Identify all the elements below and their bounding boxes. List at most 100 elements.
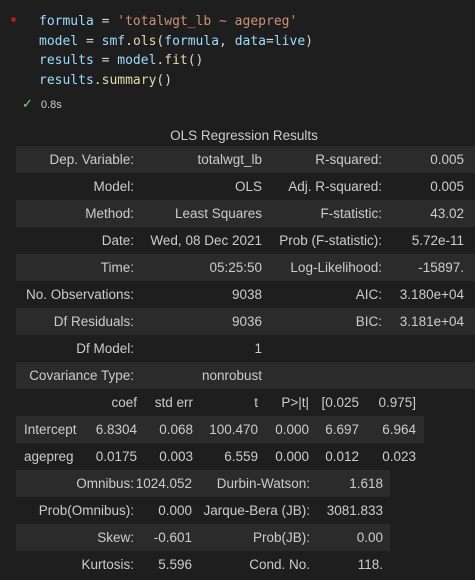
stat-value: 0.005 bbox=[430, 152, 464, 167]
stat-value: 9036 bbox=[231, 314, 262, 329]
stat-value: 1.618 bbox=[349, 476, 383, 491]
code-line: results.summary() bbox=[39, 71, 313, 91]
code-token: live bbox=[273, 33, 306, 49]
stat-label: R-squared: bbox=[315, 152, 382, 167]
stat-value: Least Squares bbox=[174, 206, 262, 221]
table-row: agepreg 0.0175 0.003 6.559 0.000 0.012 0.023 bbox=[16, 443, 424, 470]
stat-value: OLS bbox=[234, 179, 262, 194]
code-token: 'totalwgt_lb ~ agepreg' bbox=[117, 14, 298, 29]
stat-value: 1024.052 bbox=[135, 476, 192, 491]
stat-label: No. Observations: bbox=[25, 287, 134, 302]
stat-value: 5.596 bbox=[158, 557, 192, 572]
stat-value: totalwgt_lb bbox=[197, 152, 262, 167]
stat-value: 9038 bbox=[231, 287, 262, 302]
code-token: smf bbox=[101, 33, 126, 49]
stat-label: Prob(Omnibus): bbox=[38, 503, 134, 518]
code-token: summary bbox=[101, 72, 157, 88]
code-token: = bbox=[266, 33, 274, 49]
execution-time: 0.8s bbox=[40, 99, 62, 111]
table-row: Date: Wed, 08 Dec 2021 Prob (F-statistic):… bbox=[16, 227, 475, 254]
stat-value: 0.00 bbox=[356, 530, 383, 545]
coef-cell: 0.023 bbox=[382, 449, 416, 464]
stat-value: -0.601 bbox=[153, 530, 192, 545]
table-row: coef std err t P>|t| [0.025 0.975] bbox=[16, 389, 424, 416]
code-token: data bbox=[234, 33, 267, 49]
code-token: fit bbox=[164, 53, 188, 68]
stat-label: Prob(JB): bbox=[252, 530, 310, 545]
cell-execution-status: ✓ 0.8s bbox=[22, 96, 62, 112]
stat-value: 05:25:50 bbox=[209, 260, 262, 275]
notebook-code-cell[interactable]: formula = 'totalwgt_lb ~ agepreg' model =… bbox=[0, 0, 475, 118]
stat-value: 43.02 bbox=[430, 206, 464, 221]
stat-label: AIC: bbox=[355, 287, 382, 302]
stat-label: Durbin-Watson: bbox=[216, 476, 310, 491]
table-row: Kurtosis: 5.596 Cond. No. 118. bbox=[16, 551, 390, 578]
stat-label: Jarque-Bera (JB): bbox=[203, 503, 310, 518]
table-row: Intercept 6.8304 0.068 100.470 0.000 6.697 6.9… bbox=[16, 416, 424, 443]
code-token: model bbox=[117, 53, 157, 68]
table-row: Omnibus: 1024.052 Durbin-Watson: 1.618 bbox=[16, 470, 390, 497]
stat-label: BIC: bbox=[355, 314, 382, 329]
coef-header-cell: std err bbox=[154, 395, 193, 410]
stat-label: Prob (F-statistic): bbox=[279, 233, 382, 248]
table-row: Df Model: 1 bbox=[16, 335, 475, 362]
code-token: . bbox=[93, 72, 102, 88]
code-token: = bbox=[78, 33, 102, 49]
code-token: formula bbox=[39, 14, 94, 29]
check-icon: ✓ bbox=[22, 96, 33, 111]
stat-label: Model: bbox=[93, 179, 134, 194]
stat-value: 1 bbox=[254, 341, 262, 356]
table-row: No. Observations: 9038 AIC: 3.180e+04 bbox=[16, 281, 475, 308]
code-token: () bbox=[156, 72, 173, 88]
stat-label: Time: bbox=[100, 260, 134, 275]
stat-label: Omnibus: bbox=[76, 476, 134, 491]
cell-output: OLS Regression Results Dep. Variable: tot… bbox=[0, 118, 475, 580]
stat-value: 3.180e+04 bbox=[399, 287, 464, 302]
stat-label: Dep. Variable: bbox=[49, 152, 134, 167]
code-token: = bbox=[93, 14, 118, 29]
code-token: results bbox=[39, 53, 94, 68]
code-token: . bbox=[125, 33, 133, 49]
coef-cell: 0.068 bbox=[159, 422, 193, 437]
stat-value: Wed, 08 Dec 2021 bbox=[150, 233, 262, 248]
stat-label: Skew: bbox=[97, 530, 134, 545]
table-row: Covariance Type: nonrobust bbox=[16, 362, 475, 389]
stat-label: F-statistic: bbox=[320, 206, 382, 221]
code-token: ols bbox=[132, 33, 157, 49]
table-row: Dep. Variable: totalwgt_lb R-squared: 0.005 bbox=[16, 146, 475, 173]
code-token: formula bbox=[164, 33, 220, 49]
stat-label: Method: bbox=[85, 206, 134, 221]
cell-indicator-dot-icon bbox=[11, 17, 16, 22]
stat-value: -15897. bbox=[418, 260, 464, 275]
stat-label: Date: bbox=[101, 233, 134, 248]
stat-value: 0.005 bbox=[430, 179, 464, 194]
code-token: ) bbox=[305, 33, 313, 49]
stat-value: 3081.833 bbox=[326, 503, 383, 518]
stat-label: Log-Likelihood: bbox=[290, 260, 382, 275]
stat-label: Df Model: bbox=[76, 341, 134, 356]
stat-label: Df Residuals: bbox=[53, 314, 134, 329]
stat-value: 3.181e+04 bbox=[399, 314, 464, 329]
stat-label: Covariance Type: bbox=[29, 368, 134, 383]
coef-cell: 0.003 bbox=[159, 449, 193, 464]
table-row: Model: OLS Adj. R-squared: 0.005 bbox=[16, 173, 475, 200]
stat-value: 118. bbox=[357, 557, 383, 572]
coef-header-cell: 0.975] bbox=[378, 395, 416, 410]
stat-label: Cond. No. bbox=[249, 557, 310, 572]
coef-cell: 6.964 bbox=[382, 422, 416, 437]
stat-value: 0.000 bbox=[158, 503, 192, 518]
code-token: , bbox=[219, 33, 235, 49]
code-line: results = model.fit() bbox=[39, 51, 313, 71]
table-row: Df Residuals: 9036 BIC: 3.181e+04 bbox=[16, 308, 475, 335]
table-row: Prob(Omnibus): 0.000 Jarque-Bera (JB): 3081… bbox=[16, 497, 390, 524]
code-editor[interactable]: formula = 'totalwgt_lb ~ agepreg' model =… bbox=[39, 12, 313, 90]
code-token: model bbox=[39, 33, 79, 49]
stat-value: nonrobust bbox=[201, 368, 262, 383]
stat-label: Kurtosis: bbox=[81, 557, 134, 572]
stat-label: Adj. R-squared: bbox=[288, 179, 382, 194]
ols-summary-table: Dep. Variable: totalwgt_lb R-squared: 0.005… bbox=[16, 146, 475, 578]
table-row: Method: Least Squares F-statistic: 43.02 bbox=[16, 200, 475, 227]
table-row: Time: 05:25:50 Log-Likelihood: -15897. bbox=[16, 254, 475, 281]
code-token: = bbox=[93, 53, 118, 68]
code-token: () bbox=[187, 53, 204, 68]
